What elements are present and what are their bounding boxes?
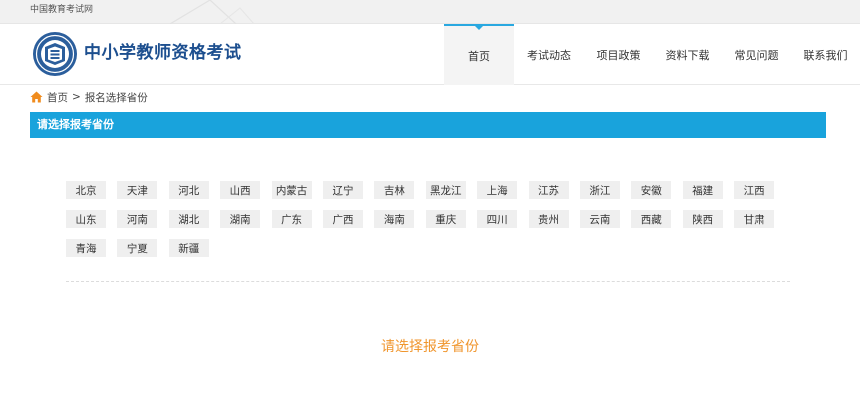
nav-item-faq[interactable]: 常见问题: [722, 24, 791, 85]
province-button[interactable]: 贵州: [528, 210, 569, 228]
nav-label: 首页: [468, 49, 490, 63]
province-button[interactable]: 甘肃: [734, 210, 775, 228]
province-button[interactable]: 辽宁: [322, 181, 363, 199]
province-button[interactable]: 内蒙古: [271, 181, 312, 199]
province-button[interactable]: 湖南: [220, 210, 261, 228]
active-caret-icon: [475, 26, 483, 30]
province-button[interactable]: 青海: [66, 239, 106, 257]
province-button[interactable]: 浙江: [579, 181, 620, 199]
province-button[interactable]: 新疆: [168, 239, 209, 257]
nav-item-contact[interactable]: 联系我们: [791, 24, 860, 85]
province-button[interactable]: 吉林: [374, 181, 415, 199]
province-grid: 北京 天津 河北 山西 内蒙古 辽宁 吉林 黑龙江 上海 江苏 浙江 安徽 福建…: [66, 181, 786, 257]
section-title: 请选择报考省份: [37, 118, 114, 131]
province-button[interactable]: 河南: [117, 210, 158, 228]
breadcrumb: 首页 > 报名选择省份: [30, 90, 148, 104]
nav-label: 考试动态: [527, 48, 571, 62]
province-button[interactable]: 江苏: [528, 181, 569, 199]
select-province-prompt: 请选择报考省份: [381, 339, 479, 355]
breadcrumb-separator: >: [72, 91, 81, 103]
main-nav: 首页 考试动态 项目政策 资料下载 常见问题 联系我们: [444, 24, 860, 85]
nav-label: 常见问题: [734, 48, 779, 62]
mountain-decoration: [170, 0, 255, 24]
section-title-bar: 请选择报考省份: [30, 112, 826, 138]
province-button[interactable]: 广西: [322, 210, 363, 228]
nav-item-home[interactable]: 首页: [444, 24, 514, 85]
province-button[interactable]: 安徽: [631, 181, 672, 199]
site-title: 中小学教师资格考试: [84, 43, 242, 63]
province-button[interactable]: 湖北: [168, 210, 209, 228]
province-button[interactable]: 河北: [168, 181, 209, 199]
province-button[interactable]: 天津: [117, 181, 158, 199]
breadcrumb-home-link[interactable]: 首页: [47, 90, 68, 105]
province-button[interactable]: 重庆: [425, 210, 466, 228]
province-button[interactable]: 陕西: [682, 210, 723, 228]
logo-icon[interactable]: [32, 31, 78, 77]
province-button[interactable]: 西藏: [631, 210, 672, 228]
province-button[interactable]: 四川: [477, 210, 518, 228]
nav-label: 资料下载: [665, 48, 710, 62]
breadcrumb-current: 报名选择省份: [84, 91, 148, 104]
nav-item-policy[interactable]: 项目政策: [584, 24, 653, 85]
province-button[interactable]: 宁夏: [117, 239, 158, 257]
site-name-link[interactable]: 中国教育考试网: [30, 4, 93, 16]
province-button[interactable]: 广东: [271, 210, 312, 228]
province-button[interactable]: 山东: [66, 210, 106, 228]
province-button[interactable]: 云南: [579, 210, 620, 228]
province-button[interactable]: 黑龙江: [425, 181, 466, 199]
province-button[interactable]: 江西: [734, 181, 775, 199]
header: 中小学教师资格考试 首页 考试动态 项目政策 资料下载 常见问题 联系我们: [0, 24, 860, 85]
top-bar: 中国教育考试网: [0, 0, 860, 24]
nav-label: 联系我们: [803, 48, 848, 62]
province-button[interactable]: 山西: [220, 181, 261, 199]
province-button[interactable]: 海南: [374, 210, 415, 228]
province-button[interactable]: 上海: [477, 181, 518, 199]
nav-item-downloads[interactable]: 资料下载: [653, 24, 722, 85]
home-icon: [30, 91, 43, 103]
nav-label: 项目政策: [596, 48, 641, 62]
province-button[interactable]: 福建: [682, 181, 723, 199]
province-button[interactable]: 北京: [66, 181, 106, 199]
nav-item-exam-news[interactable]: 考试动态: [514, 24, 584, 85]
dashed-divider: [66, 281, 790, 282]
